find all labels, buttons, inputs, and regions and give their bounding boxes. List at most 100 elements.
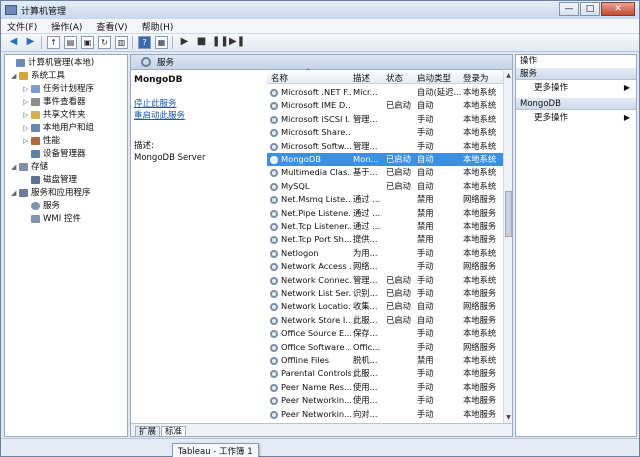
show-hide-tree-icon[interactable]: ▤	[64, 36, 77, 49]
tab-standard[interactable]: 标准	[161, 426, 187, 436]
service-cell-startup: 自动	[417, 180, 434, 191]
expander-icon[interactable]: ◢	[11, 187, 19, 199]
service-row[interactable]: Network Access ... 网络... 手动 网络服务	[267, 260, 503, 273]
service-row[interactable]: Office Software ... Offic... 手动 网络服务	[267, 341, 503, 354]
tree-item-wmi[interactable]: WMI 控件	[23, 213, 81, 225]
service-cell-logon: 本地服务	[463, 395, 497, 406]
tree-item-root[interactable]: 计算机管理(本地)	[8, 57, 94, 69]
service-row[interactable]: MongoDB Mon... 已启动 自动 本地系统	[267, 153, 503, 166]
expander-icon[interactable]: ▷	[23, 83, 31, 95]
service-cell-logon: 本地系统	[463, 328, 497, 339]
service-row[interactable]: Net.Tcp Listener... 通过 ... 禁用 本地服务	[267, 220, 503, 233]
action-pane-icon[interactable]: ▦	[155, 36, 168, 49]
up-folder-icon[interactable]: ↑	[47, 36, 60, 49]
stop-service-icon[interactable]: ■	[195, 36, 208, 49]
tab-extended[interactable]: 扩展	[135, 426, 161, 436]
service-row[interactable]: Network List Ser... 识别... 已启动 手动 本地服务	[267, 287, 503, 300]
service-row[interactable]: Microsoft Share... 手动 本地系统	[267, 126, 503, 139]
service-row[interactable]: Peer Name Res... 使用... 手动 本地服务	[267, 381, 503, 394]
service-row[interactable]: Multimedia Clas... 基于... 已启动 自动 本地系统	[267, 166, 503, 179]
service-row[interactable]: Net.Msmq Liste... 通过 ... 禁用 网络服务	[267, 193, 503, 206]
service-row[interactable]: Net.Pipe Listene... 通过 ... 禁用 本地服务	[267, 207, 503, 220]
restart-service-icon[interactable]: ▶❚	[229, 36, 245, 49]
export-list-icon[interactable]: ▥	[115, 36, 128, 49]
stop-service-link[interactable]: 停止此服务	[134, 98, 263, 110]
users-icon	[31, 124, 40, 132]
more-actions-mongodb[interactable]: 更多操作 ▶	[516, 110, 636, 126]
service-cell-logon: 本地服务	[463, 288, 497, 298]
tree-item-label: WMI 控件	[43, 214, 81, 224]
scroll-down-icon[interactable]: ▼	[505, 414, 512, 422]
tree-item-task-scheduler[interactable]: ▷ 任务计划程序	[23, 83, 94, 95]
service-cell-desc: 使用...	[353, 395, 378, 406]
close-button[interactable]: ✕	[601, 2, 635, 16]
column-header-description[interactable]: 描述	[353, 72, 370, 84]
services-list-header: 名称 ^ 描述 状态 启动类型 登录为	[267, 68, 503, 84]
service-row[interactable]: MySQL 已启动 自动 本地系统	[267, 180, 503, 193]
column-header-name[interactable]: 名称	[271, 72, 288, 84]
more-actions-services[interactable]: 更多操作 ▶	[516, 80, 636, 96]
expander-icon[interactable]: ◢	[11, 70, 19, 82]
column-header-log-on-as[interactable]: 登录为	[463, 72, 489, 84]
service-cell-status: 已启动	[386, 314, 411, 325]
properties-icon[interactable]: ▣	[81, 36, 94, 49]
service-row[interactable]: Microsoft Softw... 管理... 手动 本地系统	[267, 140, 503, 153]
back-arrow-icon[interactable]: ◀	[7, 36, 20, 49]
service-row[interactable]: Peer Networkin... 使用... 手动 本地服务	[267, 394, 503, 407]
expander-icon[interactable]: ▷	[23, 135, 31, 147]
expander-icon[interactable]: ◢	[11, 161, 19, 173]
vertical-scrollbar[interactable]: ▲ ▼	[503, 71, 512, 423]
expander-icon[interactable]: ▷	[23, 96, 31, 108]
service-row[interactable]: Offline Files 脱机... 禁用 本地系统	[267, 354, 503, 367]
tree-item-disk-management[interactable]: 磁盘管理	[23, 174, 77, 186]
tree-item-shared-folders[interactable]: ▷ 共享文件夹	[23, 109, 86, 121]
column-header-startup-type[interactable]: 启动类型	[417, 72, 451, 84]
forward-arrow-icon[interactable]: ▶	[24, 36, 37, 49]
restart-service-link[interactable]: 重启动此服务	[134, 110, 263, 122]
menu-bar: 文件(F) 操作(A) 查看(V) 帮助(H)	[1, 19, 639, 34]
service-row[interactable]: Parental Controls 此服... 手动 本地服务	[267, 367, 503, 380]
service-row[interactable]: Network Locatio... 收集... 已启动 自动 网络服务	[267, 300, 503, 313]
service-cell-desc: 通过 ...	[353, 221, 381, 231]
service-row[interactable]: Microsoft iSCSI I... 管理... 手动 本地系统	[267, 113, 503, 126]
tree-item-event-viewer[interactable]: ▷ 事件查看器	[23, 96, 86, 108]
start-service-icon[interactable]: ▶	[178, 36, 191, 49]
service-row[interactable]: Microsoft IME D... 已启动 自动 本地系统	[267, 99, 503, 112]
service-cell-logon: 本地服务	[463, 381, 497, 392]
service-row[interactable]: Network Connec... 管理... 已启动 手动 本地系统	[267, 274, 503, 287]
service-cell-logon: 本地服务	[463, 234, 497, 245]
service-row[interactable]: Net.Tcp Port Sh... 提供... 禁用 本地服务	[267, 233, 503, 246]
column-header-status[interactable]: 状态	[386, 72, 403, 84]
service-cell-logon: 本地系统	[463, 154, 497, 164]
scroll-up-icon[interactable]: ▲	[505, 72, 512, 80]
maximize-button[interactable]: □	[580, 2, 600, 16]
tree-item-device-manager[interactable]: 设备管理器	[23, 148, 86, 160]
service-row[interactable]: Network Store I... 此服... 已启动 自动 本地服务	[267, 314, 503, 327]
service-cell-status: 已启动	[386, 154, 411, 164]
expander-icon[interactable]: ▷	[23, 122, 31, 134]
actions-section-mongodb[interactable]: MongoDB	[516, 98, 636, 110]
scrollbar-thumb[interactable]	[505, 191, 512, 237]
tree-item-services[interactable]: 服务	[23, 200, 60, 212]
help-icon[interactable]: ?	[138, 36, 151, 49]
tree-item-system-tools[interactable]: ◢ 系统工具	[11, 70, 65, 82]
menu-help[interactable]: 帮助(H)	[142, 20, 174, 33]
menu-file[interactable]: 文件(F)	[7, 20, 37, 33]
service-row[interactable]: Netlogon 为用... 手动 本地系统	[267, 247, 503, 260]
tree-item-performance[interactable]: ▷ 性能	[23, 135, 60, 147]
minimize-button[interactable]: —	[559, 2, 579, 16]
service-row[interactable]: Office Source E... 保存... 手动 本地系统	[267, 327, 503, 340]
actions-section-services[interactable]: 服务	[516, 68, 636, 80]
refresh-icon[interactable]: ↻	[98, 36, 111, 49]
pause-service-icon[interactable]: ❚❚	[212, 36, 229, 49]
tree-item-storage[interactable]: ◢ 存储	[11, 161, 48, 173]
service-row[interactable]: Microsoft .NET F... Micr... 自动(延迟... 本地系统	[267, 86, 503, 99]
tree-item-label: 本地用户和组	[43, 123, 95, 133]
event-log-icon	[31, 98, 40, 106]
menu-action[interactable]: 操作(A)	[51, 20, 82, 33]
service-row[interactable]: Peer Networkin... 向对... 手动 本地服务	[267, 408, 503, 421]
tree-item-local-users[interactable]: ▷ 本地用户和组	[23, 122, 94, 134]
menu-view[interactable]: 查看(V)	[96, 20, 127, 33]
expander-icon[interactable]: ▷	[23, 109, 31, 121]
tree-item-services-apps[interactable]: ◢ 服务和应用程序	[11, 187, 91, 199]
